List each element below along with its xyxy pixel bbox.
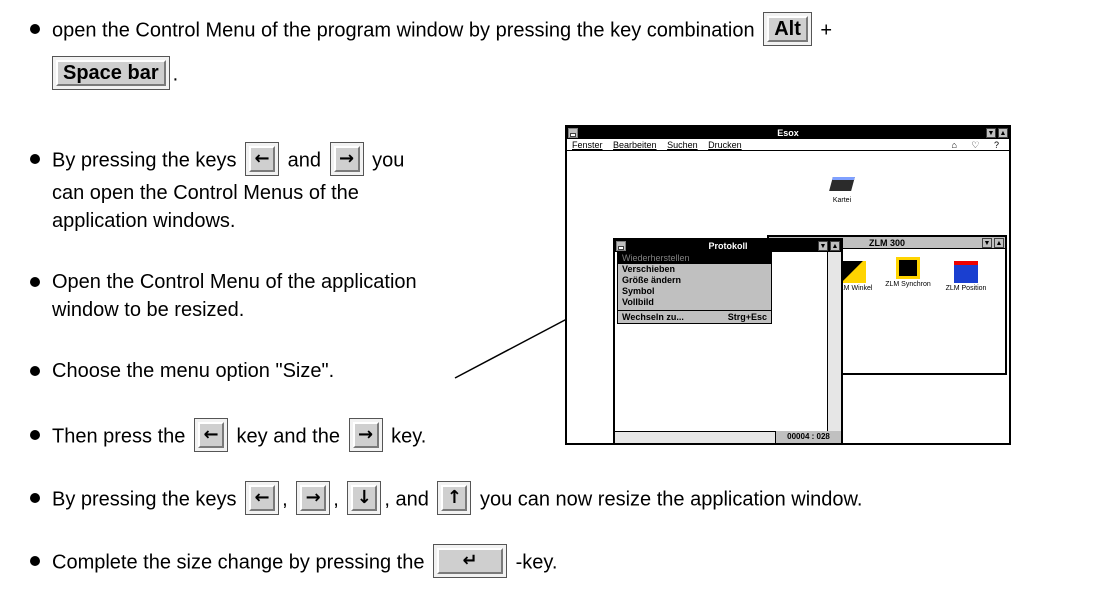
maximize-button[interactable]: ▲ (994, 238, 1004, 248)
left-arrow-key: ← (245, 142, 280, 176)
text-segment: , (282, 488, 288, 511)
text-segment: key and the (236, 425, 340, 448)
text-line: Space bar. (52, 56, 179, 90)
text-line: Open the Control Menu of the application (52, 271, 417, 293)
menu-item-maximize[interactable]: Vollbild (618, 297, 771, 308)
text-segment: -key. (515, 551, 558, 574)
alt-key: Alt (763, 12, 812, 46)
text-segment: open the Control Menu of the program win… (52, 19, 755, 42)
menu-item-minimize[interactable]: Symbol (618, 286, 771, 297)
text-segment: , (333, 488, 339, 511)
toolbar-icons[interactable]: ⌂ ♡ ? (951, 139, 1005, 151)
zlm-window-title: ZLM 300 (868, 238, 905, 248)
enter-key: ↵ (433, 544, 508, 578)
text-line: Then press the ← key and the → key. (52, 418, 427, 452)
text-line: Choose the menu option "Size". (52, 360, 335, 382)
space-bar-key: Space bar (52, 56, 170, 90)
text-segment: you (372, 149, 405, 172)
left-arrow-icon: ← (203, 424, 219, 445)
maximize-button[interactable]: ▲ (998, 128, 1008, 138)
text-segment: , and (384, 488, 429, 511)
minimize-button[interactable]: ▼ (818, 241, 828, 251)
right-arrow-icon: → (305, 487, 321, 508)
text-line: By pressing the keys ← and → you (52, 142, 405, 176)
icon-label: ZLM Position (945, 285, 987, 292)
text-segment: you can now resize the application windo… (479, 488, 863, 511)
right-arrow-icon: → (339, 148, 355, 169)
kartei-label: Kartei (832, 197, 852, 204)
text-segment: and (287, 149, 322, 172)
text-segment: Then press the (52, 425, 186, 448)
zlm-synchron-icon[interactable]: ZLM Synchron (883, 257, 933, 289)
down-arrow-icon: ↓ (356, 487, 372, 508)
up-arrow-key: ↑ (437, 481, 472, 515)
menu-item-move[interactable]: Verschieben (618, 264, 771, 275)
status-position: 00004 : 028 (775, 431, 841, 443)
up-arrow-icon: ↑ (446, 487, 462, 508)
switch-label: Wechseln zu... (622, 312, 684, 322)
protokoll-window[interactable]: Protokoll ▼ ▲ Wiederherstellen Verschieb… (613, 238, 843, 443)
protokoll-window-title: Protokoll (708, 241, 748, 251)
control-menu: Wiederherstellen Verschieben Größe änder… (617, 252, 772, 324)
menu-bearbeiten[interactable]: Bearbeiten (613, 140, 657, 150)
text-segment: key. (391, 425, 427, 448)
card-file-icon (829, 177, 855, 191)
vertical-scrollbar[interactable] (827, 252, 841, 431)
right-arrow-key: → (348, 418, 383, 452)
bullet (30, 493, 40, 503)
bullet (30, 154, 40, 164)
key-label: Alt (774, 18, 801, 40)
switch-shortcut: Strg+Esc (727, 312, 767, 322)
menu-item-size[interactable]: Größe ändern (618, 275, 771, 286)
menu-suchen[interactable]: Suchen (667, 140, 698, 150)
main-title-bar: Esox ▼ ▲ (567, 127, 1009, 139)
text-line: application windows. (52, 210, 236, 232)
bullet (30, 556, 40, 566)
bullet (30, 366, 40, 376)
text-segment: By pressing the keys (52, 149, 237, 172)
menu-drucken[interactable]: Drucken (708, 140, 742, 150)
bullet (30, 24, 40, 34)
text-segment: . (172, 63, 179, 86)
kartei-icon[interactable]: Kartei (827, 177, 857, 204)
menu-item-restore[interactable]: Wiederherstellen (618, 253, 771, 264)
text-segment: Complete the size change by pressing the (52, 551, 425, 574)
minimize-button[interactable]: ▼ (982, 238, 992, 248)
main-window-title: Esox (777, 128, 799, 138)
icon-label: ZLM Synchron (885, 281, 931, 288)
position-icon (954, 261, 978, 283)
left-arrow-key: ← (193, 418, 228, 452)
angle-icon (842, 261, 866, 283)
enter-icon: ↵ (462, 550, 478, 571)
menu-bar: Fenster Bearbeiten Suchen Drucken ⌂ ♡ ? (567, 139, 1009, 151)
text-line: Complete the size change by pressing the… (52, 544, 558, 578)
control-menu-box[interactable] (616, 241, 626, 251)
left-arrow-key: ← (245, 481, 280, 515)
synchron-icon (896, 257, 920, 279)
bullet (30, 277, 40, 287)
maximize-button[interactable]: ▲ (830, 241, 840, 251)
protokoll-title-bar: Protokoll ▼ ▲ (615, 240, 841, 252)
right-arrow-key: → (296, 481, 331, 515)
right-arrow-icon: → (357, 424, 374, 445)
left-arrow-icon: ← (254, 148, 270, 169)
zlm-position-icon[interactable]: ZLM Position (941, 261, 991, 293)
key-label: Space bar (63, 62, 159, 84)
control-menu-box[interactable] (568, 128, 578, 138)
text-line: window to be resized. (52, 299, 245, 321)
bullet (30, 430, 40, 440)
text-segment: + (820, 19, 833, 42)
text-line: can open the Control Menus of the (52, 182, 359, 204)
esox-screenshot: Esox ▼ ▲ Fenster Bearbeiten Suchen Druck… (565, 125, 1011, 445)
right-arrow-key: → (329, 142, 364, 176)
text-line: open the Control Menu of the program win… (52, 12, 833, 46)
left-arrow-icon: ← (254, 487, 270, 508)
menu-fenster[interactable]: Fenster (572, 140, 603, 150)
horizontal-scrollbar[interactable]: 00004 : 028 (615, 431, 841, 443)
text-segment: By pressing the keys (52, 488, 237, 511)
down-arrow-key: ↓ (347, 481, 382, 515)
text-line: By pressing the keys ←, →, ↓ , and ↑ you … (52, 481, 863, 515)
minimize-button[interactable]: ▼ (986, 128, 996, 138)
menu-item-switch[interactable]: Wechseln zu... Strg+Esc (618, 310, 771, 323)
